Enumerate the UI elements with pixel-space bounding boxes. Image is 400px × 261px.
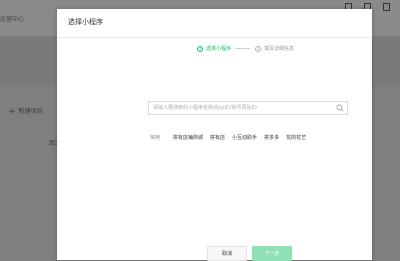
background-left-panel bbox=[0, 36, 57, 86]
step-connector bbox=[236, 48, 251, 49]
background-title: 运营中心 bbox=[0, 16, 25, 23]
new-project-label: 新建项目 bbox=[18, 108, 43, 115]
step-2-number: 2 bbox=[255, 45, 262, 52]
frequent-label: 常用 bbox=[150, 135, 161, 141]
search-icon[interactable] bbox=[336, 104, 344, 112]
plus-icon: + bbox=[8, 107, 16, 117]
frequent-tag[interactable]: 花的花艺 bbox=[286, 134, 306, 141]
step-1: 1 选择小程序 bbox=[197, 45, 231, 52]
new-project-button[interactable]: + 新建项目 bbox=[8, 106, 43, 117]
step-indicator: 1 选择小程序 2 填写详细信息 bbox=[197, 45, 294, 52]
step-1-number: 1 bbox=[197, 45, 203, 52]
dialog-header: 选择小程序 bbox=[57, 9, 372, 38]
frequent-tag[interactable]: 拼多多 bbox=[264, 134, 279, 141]
frequent-tags: 常用 拼有店铺商城 拼有店 小互动助手 拼多多 花的花艺 bbox=[150, 134, 313, 141]
step-1-label: 选择小程序 bbox=[206, 46, 232, 52]
background-right-panel bbox=[372, 36, 400, 86]
frequent-tag[interactable]: 拼有店铺商城 bbox=[173, 134, 203, 141]
step-2: 2 填写详细信息 bbox=[255, 45, 294, 52]
cancel-button[interactable]: 取消 bbox=[207, 246, 247, 261]
window-icon bbox=[383, 3, 390, 11]
dialog-title: 选择小程序 bbox=[68, 18, 103, 26]
search-input[interactable] bbox=[149, 102, 337, 114]
select-miniprogram-dialog: 选择小程序 1 选择小程序 2 填写详细信息 常用 拼有店铺商城 拼有店 小互动… bbox=[57, 9, 372, 261]
step-2-label: 填写详细信息 bbox=[264, 46, 295, 52]
next-step-button[interactable]: 下一步 bbox=[252, 246, 292, 261]
frequent-tag[interactable]: 小互动助手 bbox=[232, 134, 257, 141]
search-box bbox=[148, 101, 348, 115]
frequent-tag[interactable]: 拼有店 bbox=[210, 134, 225, 141]
